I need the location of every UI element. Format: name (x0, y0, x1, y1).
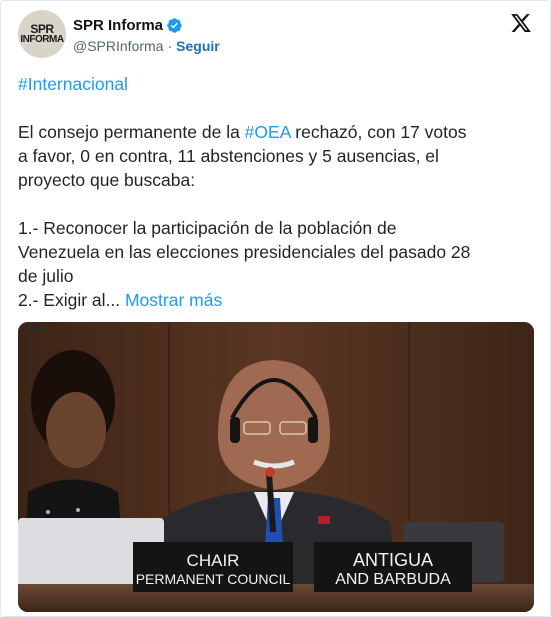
hashtag-internacional[interactable]: #Internacional (18, 72, 538, 96)
tweet-line: a favor, 0 en contra, 11 abstenciones y … (18, 146, 439, 166)
author-handle[interactable]: @SPRInforma (73, 38, 163, 54)
tweet-line: Venezuela en las elecciones presidencial… (18, 242, 471, 262)
x-logo-icon[interactable] (510, 12, 532, 34)
tweet-line-segment: 2.- Exigir al... (18, 290, 125, 310)
tweet-line: 1.- Reconocer la participación de la pob… (18, 218, 397, 238)
separator-dot: · (167, 38, 173, 54)
verified-badge-icon (167, 17, 182, 33)
tweet-line: 2.- Exigir al... Mostrar más (18, 288, 538, 312)
tweet-media-image[interactable]: CHAIR PERMANENT COUNCIL ANTIGUA AND BARB… (18, 322, 534, 612)
show-more-link[interactable]: Mostrar más (125, 290, 222, 310)
tweet-line: proyecto que buscaba: (18, 170, 196, 190)
author-display-name[interactable]: SPR Informa (73, 17, 163, 34)
author-name-row: SPR Informa (73, 15, 183, 35)
tweet-line: de julio (18, 266, 74, 286)
plate-left-line1: CHAIR (187, 551, 240, 570)
tweet-line: El consejo permanente de la #OEA rechazó… (18, 120, 538, 144)
follow-button[interactable]: Seguir (176, 38, 220, 54)
plate-right-line2: AND BARBUDA (335, 571, 451, 588)
tweet-card: SPR INFORMA SPR Informa @SPRInforma · Se… (0, 0, 551, 617)
tweet-line-segment: El consejo permanente de la (18, 122, 245, 142)
hashtag-oea[interactable]: #OEA (245, 122, 291, 142)
plate-right-line1: ANTIGUA (353, 550, 433, 570)
media-scene: CHAIR PERMANENT COUNCIL ANTIGUA AND BARB… (18, 322, 534, 612)
plate-left-line2: PERMANENT COUNCIL (136, 571, 291, 587)
tweet-text: #Internacional El consejo permanente de … (18, 72, 538, 312)
avatar-logo-line2: INFORMA (20, 34, 64, 45)
avatar[interactable]: SPR INFORMA (18, 10, 66, 58)
tweet-line-segment: rechazó, con 17 votos (290, 122, 467, 142)
media-badge (28, 326, 42, 331)
author-handle-row: @SPRInforma · Seguir (73, 37, 220, 55)
